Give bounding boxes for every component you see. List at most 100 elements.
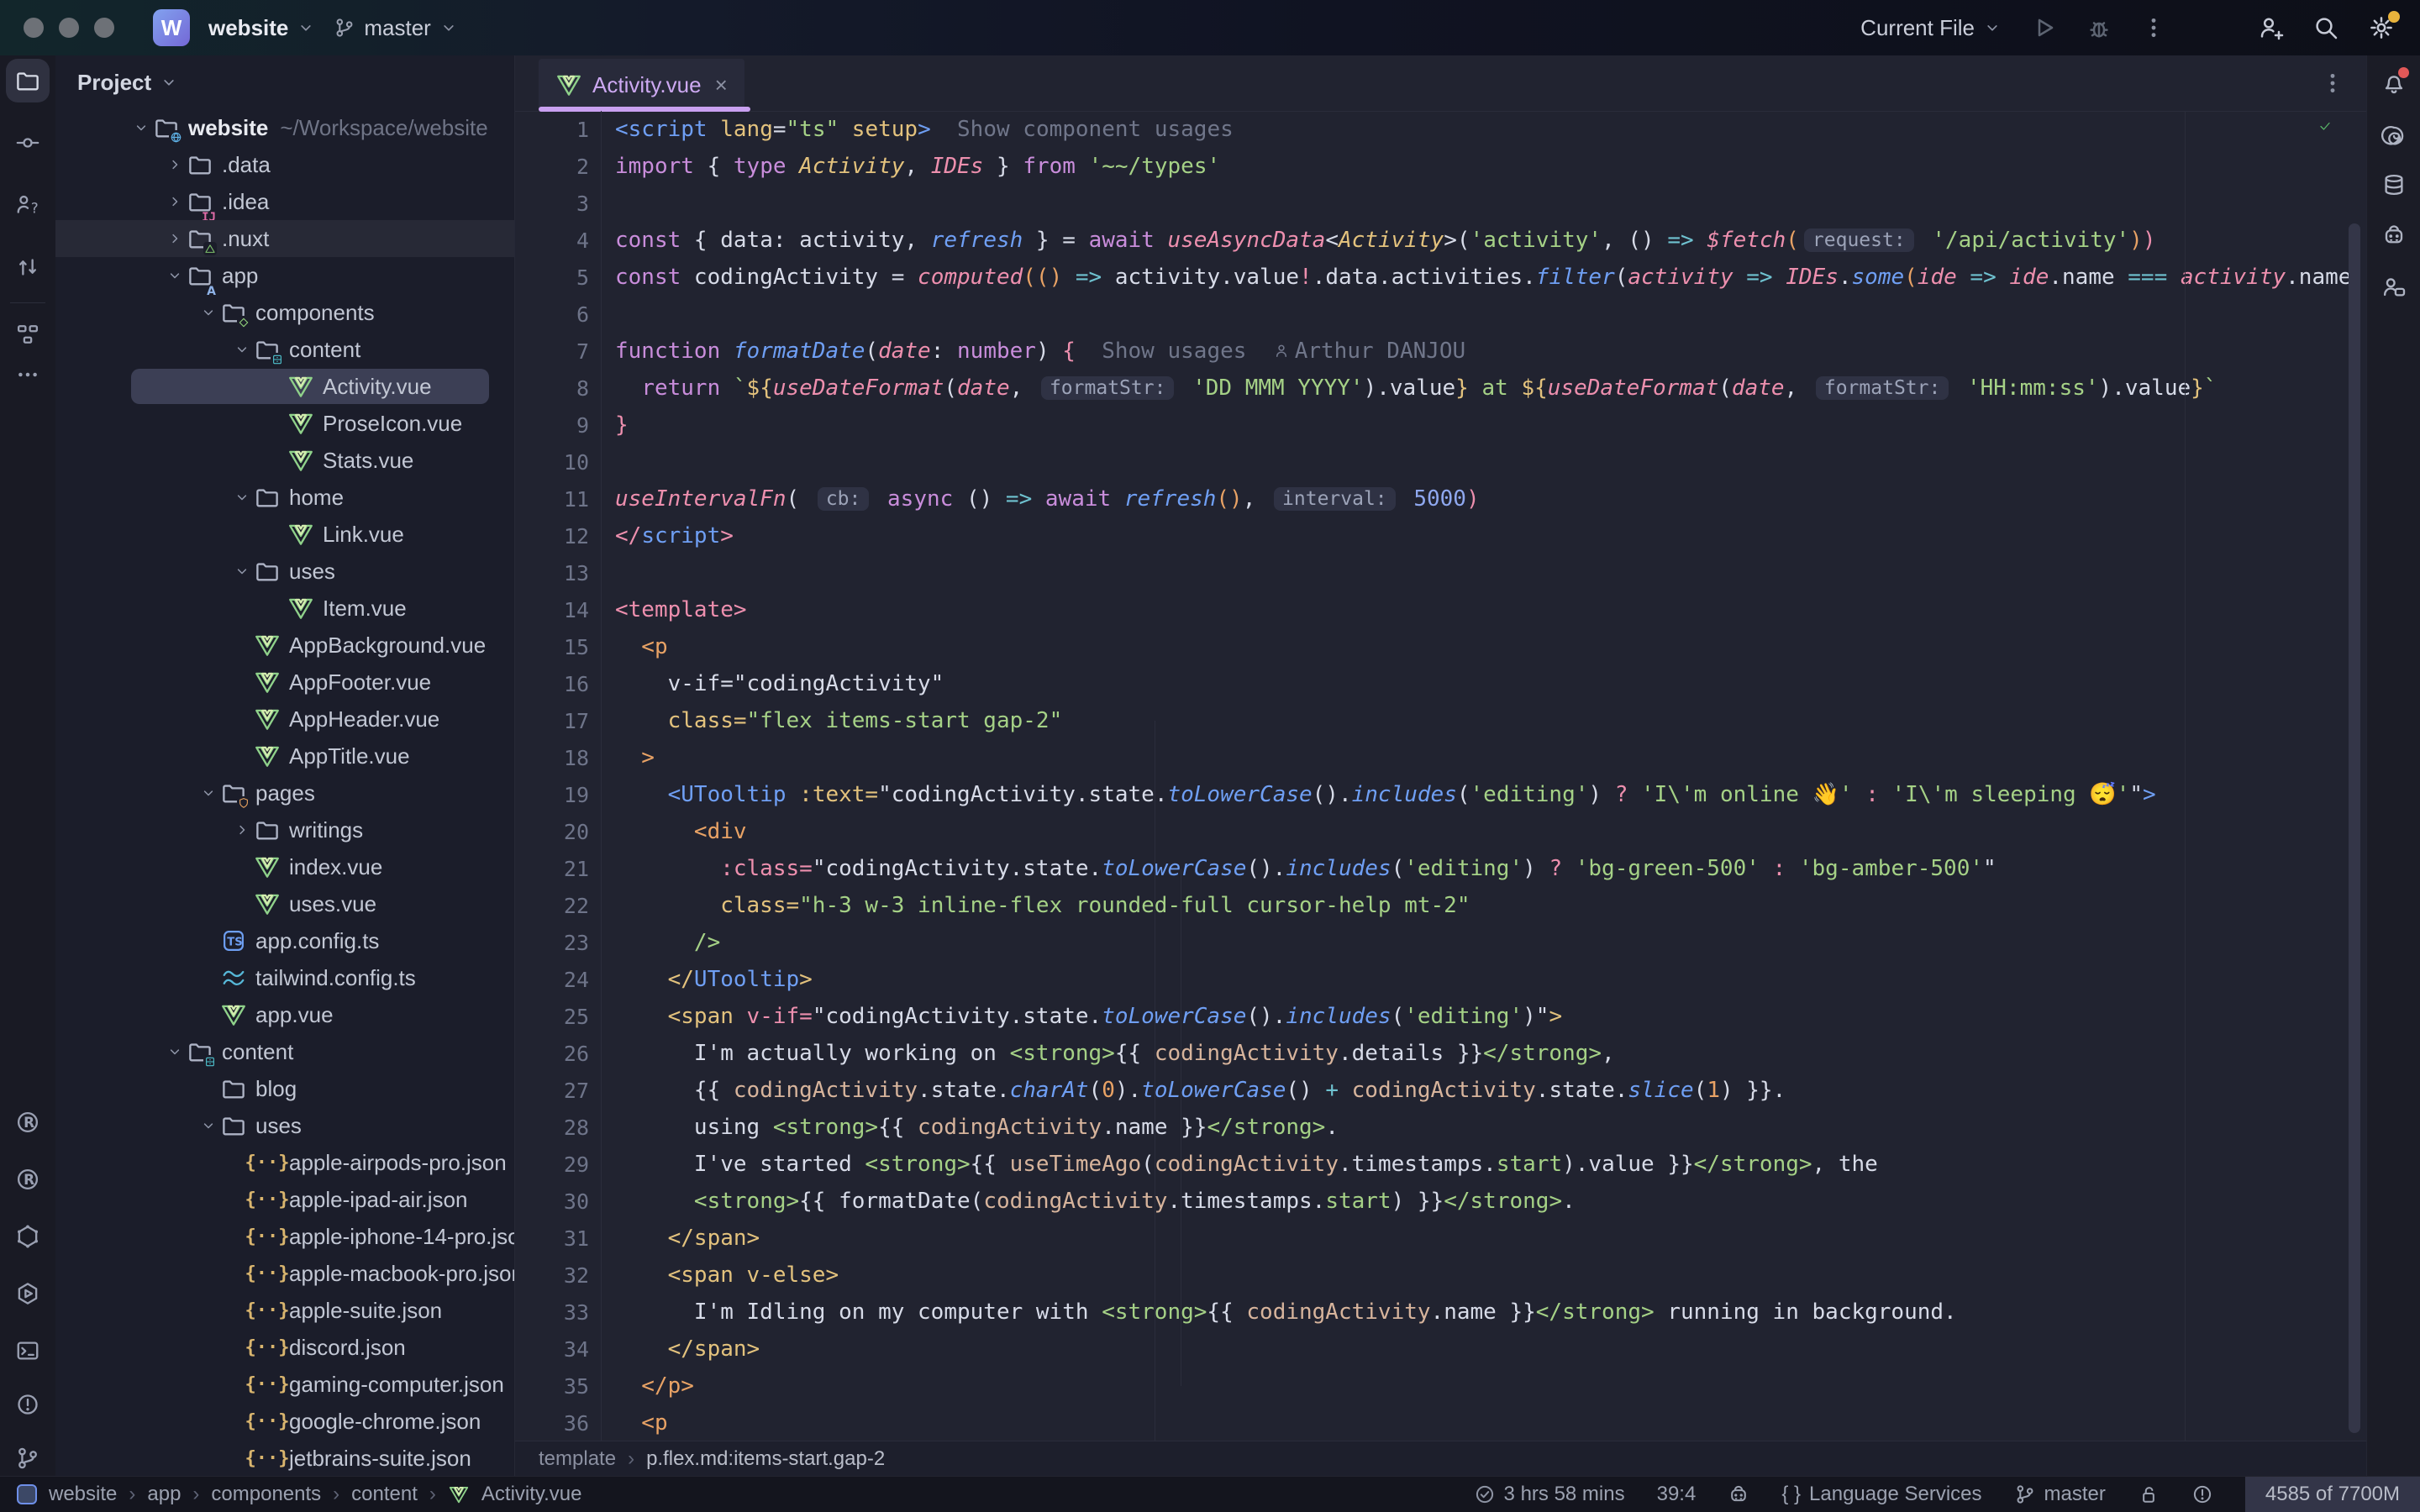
breadcrumb-element[interactable]: p.flex.md:items-start.gap-2 xyxy=(646,1447,885,1471)
editor-tab-activity-vue[interactable]: Activity.vue × xyxy=(539,59,744,111)
zoom-window-button[interactable] xyxy=(94,18,114,38)
line-number[interactable]: 6 xyxy=(515,302,589,327)
line-number[interactable]: 36 xyxy=(515,1411,589,1436)
tree-item-google-chrome-json[interactable]: {··}google-chrome.json xyxy=(55,1403,514,1440)
code-line-23[interactable]: 23 /> xyxy=(515,924,2367,961)
line-number[interactable]: 33 xyxy=(515,1300,589,1325)
language-services-widget[interactable]: { } Language Services xyxy=(1781,1483,1981,1506)
chevron-right-icon[interactable] xyxy=(163,156,187,173)
crumb-file[interactable]: Activity.vue xyxy=(481,1483,582,1506)
line-number[interactable]: 15 xyxy=(515,635,589,659)
code-line-31[interactable]: 31 </span> xyxy=(515,1220,2367,1257)
line-number[interactable]: 34 xyxy=(515,1337,589,1362)
database-tool-button[interactable] xyxy=(2380,171,2408,199)
line-number[interactable]: 8 xyxy=(515,376,589,401)
tree-item-appbackground-vue[interactable]: AppBackground.vue xyxy=(55,627,514,664)
code-line-30[interactable]: 30 <strong>{{ formatDate(codingActivity.… xyxy=(515,1183,2367,1220)
code-line-5[interactable]: 5const codingActivity = computed(() => a… xyxy=(515,259,2367,296)
tree-item-apple-airpods-pro-json[interactable]: {··}apple-airpods-pro.json xyxy=(55,1144,514,1181)
line-number[interactable]: 31 xyxy=(515,1226,589,1251)
code-line-26[interactable]: 26 I'm actually working on <strong>{{ co… xyxy=(515,1035,2367,1072)
code-line-4[interactable]: 4const { data: activity, refresh } = awa… xyxy=(515,222,2367,259)
line-number[interactable]: 25 xyxy=(515,1005,589,1029)
problems-tool-button[interactable] xyxy=(6,1383,50,1426)
version-control-tool-button[interactable] xyxy=(6,1436,50,1480)
tree-item-pages[interactable]: pages xyxy=(55,774,514,811)
line-number[interactable]: 14 xyxy=(515,598,589,622)
copilot-tool-button[interactable] xyxy=(2380,221,2408,249)
tree-item-apple-ipad-air-json[interactable]: {··}apple-ipad-air.json xyxy=(55,1181,514,1218)
more-actions-button[interactable] xyxy=(2141,15,2166,40)
code-with-me-tool-button[interactable] xyxy=(2380,273,2408,302)
ai-assistant-status-icon[interactable] xyxy=(1728,1483,1749,1505)
code-line-15[interactable]: 15 <p xyxy=(515,628,2367,665)
tree-item-tailwind-config-ts[interactable]: tailwind.config.ts xyxy=(55,959,514,996)
tree-item-appfooter-vue[interactable]: AppFooter.vue xyxy=(55,664,514,701)
ai-assistant-tool-button[interactable] xyxy=(2380,122,2408,150)
code-line-36[interactable]: 36 <p xyxy=(515,1404,2367,1441)
code-line-22[interactable]: 22 class="h-3 w-3 inline-flex rounded-fu… xyxy=(515,887,2367,924)
line-number[interactable]: 22 xyxy=(515,894,589,918)
line-number[interactable]: 1 xyxy=(515,118,589,142)
search-everywhere-button[interactable] xyxy=(2312,14,2339,41)
graphql-tool-button[interactable] xyxy=(6,1215,50,1258)
code-line-29[interactable]: 29 I've started <strong>{{ useTimeAgo(co… xyxy=(515,1146,2367,1183)
line-number[interactable]: 28 xyxy=(515,1116,589,1140)
breadcrumb-template[interactable]: template xyxy=(539,1447,616,1471)
code-line-20[interactable]: 20 <div xyxy=(515,813,2367,850)
chevron-down-icon[interactable] xyxy=(163,267,187,284)
chevron-down-icon[interactable] xyxy=(163,1043,187,1060)
code-viewport[interactable]: 1<script lang="ts" setup> Show component… xyxy=(515,111,2367,1441)
line-number[interactable]: 17 xyxy=(515,709,589,733)
code-line-25[interactable]: 25 <span v-if="codingActivity.state.toLo… xyxy=(515,998,2367,1035)
line-number[interactable]: 32 xyxy=(515,1263,589,1288)
tree-item-apple-suite-json[interactable]: {··}apple-suite.json xyxy=(55,1292,514,1329)
code-line-19[interactable]: 19 <UTooltip :text="codingActivity.state… xyxy=(515,776,2367,813)
crumb[interactable]: components xyxy=(211,1483,321,1506)
code-line-1[interactable]: 1<script lang="ts" setup> Show component… xyxy=(515,111,2367,148)
line-number[interactable]: 11 xyxy=(515,487,589,512)
code-line-35[interactable]: 35 </p> xyxy=(515,1368,2367,1404)
line-number[interactable]: 2 xyxy=(515,155,589,179)
services-tool-button[interactable] xyxy=(6,1272,50,1315)
code-line-28[interactable]: 28 using <strong>{{ codingActivity.name … xyxy=(515,1109,2367,1146)
r-tool-2-tool-button[interactable] xyxy=(6,1158,50,1201)
commit-tool-button[interactable] xyxy=(6,121,50,165)
chevron-down-icon[interactable] xyxy=(197,1117,220,1134)
window-controls[interactable] xyxy=(24,18,129,38)
code-line-13[interactable]: 13 xyxy=(515,554,2367,591)
tree-item-link-vue[interactable]: Link.vue xyxy=(55,516,514,553)
tree-item-writings[interactable]: writings xyxy=(55,811,514,848)
code-line-12[interactable]: 12</script> xyxy=(515,517,2367,554)
tree-item-uses[interactable]: uses xyxy=(55,553,514,590)
tree-item-discord-json[interactable]: {··}discord.json xyxy=(55,1329,514,1366)
code-with-me-button[interactable] xyxy=(2257,14,2284,41)
line-number[interactable]: 16 xyxy=(515,672,589,696)
chevron-right-icon[interactable] xyxy=(230,822,254,838)
code-line-8[interactable]: 8 return `${useDateFormat(date, formatSt… xyxy=(515,370,2367,407)
caret-position-widget[interactable]: 39:4 xyxy=(1657,1483,1697,1506)
vcs-update-tool-button[interactable] xyxy=(6,245,50,289)
line-number[interactable]: 23 xyxy=(515,931,589,955)
line-number[interactable]: 7 xyxy=(515,339,589,364)
tree-item-gaming-computer-json[interactable]: {··}gaming-computer.json xyxy=(55,1366,514,1403)
close-window-button[interactable] xyxy=(24,18,44,38)
code-line-17[interactable]: 17 class="flex items-start gap-2" xyxy=(515,702,2367,739)
tree-item--nuxt[interactable]: .nuxt xyxy=(55,220,514,257)
line-number[interactable]: 29 xyxy=(515,1152,589,1177)
tree-item-uses[interactable]: uses xyxy=(55,1107,514,1144)
time-tracker-widget[interactable]: 3 hrs 58 mins xyxy=(1474,1483,1625,1506)
code-line-9[interactable]: 9} xyxy=(515,407,2367,444)
code-line-21[interactable]: 21 :class="codingActivity.state.toLowerC… xyxy=(515,850,2367,887)
notifications-tool-button[interactable] xyxy=(2380,68,2408,97)
crumb[interactable]: content xyxy=(351,1483,418,1506)
code-line-34[interactable]: 34 </span> xyxy=(515,1331,2367,1368)
chevron-down-icon[interactable] xyxy=(197,785,220,801)
code-line-16[interactable]: 16 v-if="codingActivity" xyxy=(515,665,2367,702)
line-number[interactable]: 21 xyxy=(515,857,589,881)
code-line-24[interactable]: 24 </UTooltip> xyxy=(515,961,2367,998)
run-configuration-selector[interactable]: Current File xyxy=(1860,15,2002,41)
tree-item-app[interactable]: Aapp xyxy=(55,257,514,294)
line-number[interactable]: 18 xyxy=(515,746,589,770)
code-line-10[interactable]: 10 xyxy=(515,444,2367,480)
